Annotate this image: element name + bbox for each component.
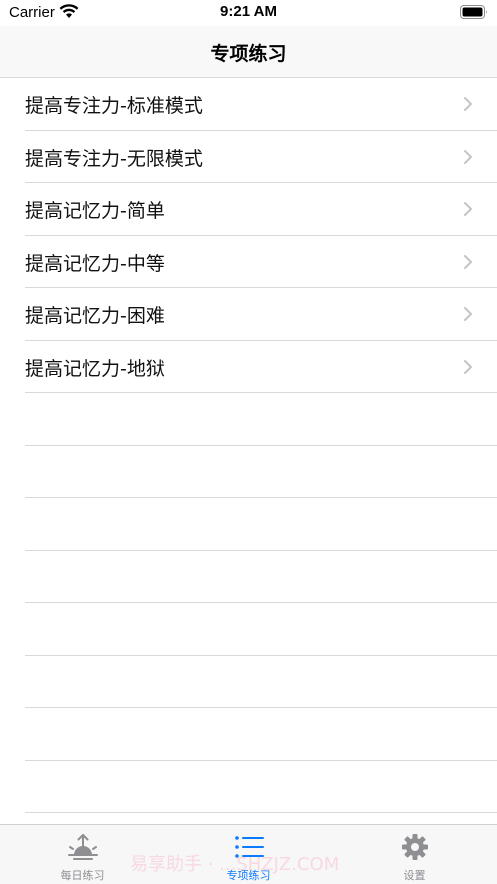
empty-row bbox=[25, 498, 497, 551]
list-item-label: 提高记忆力-地狱 bbox=[25, 357, 165, 380]
tab-label: 设置 bbox=[403, 869, 426, 882]
list-item[interactable]: 提高记忆力-中等 bbox=[25, 236, 497, 288]
list-item-label: 提高记忆力-简单 bbox=[25, 200, 165, 222]
tab-special-practice[interactable]: 专项练习 bbox=[166, 825, 331, 884]
empty-row bbox=[25, 708, 497, 761]
list-item[interactable]: 提高专注力-无限模式 bbox=[25, 131, 497, 183]
status-time: 9:21 AM bbox=[220, 3, 277, 20]
chevron-right-icon bbox=[464, 254, 472, 269]
chevron-right-icon bbox=[464, 359, 472, 374]
list-item-label: 提高专注力-无限模式 bbox=[25, 147, 203, 170]
tab-label: 每日练习 bbox=[60, 869, 105, 882]
empty-row bbox=[25, 603, 497, 656]
empty-row bbox=[25, 551, 497, 603]
chevron-right-icon bbox=[464, 202, 472, 216]
empty-row bbox=[25, 656, 497, 708]
list-item-label: 提高专注力-标准模式 bbox=[25, 95, 203, 117]
list-item-label: 提高记忆力-困难 bbox=[25, 305, 165, 327]
list-item-label: 提高记忆力-中等 bbox=[25, 252, 165, 275]
empty-row bbox=[25, 761, 497, 813]
battery-icon bbox=[460, 5, 487, 19]
list-item[interactable]: 提高记忆力-困难 bbox=[25, 288, 497, 341]
empty-row bbox=[25, 446, 497, 498]
navigation-bar: 专项练习 bbox=[0, 26, 497, 78]
chevron-right-icon bbox=[464, 307, 472, 321]
empty-row bbox=[25, 393, 497, 446]
chevron-right-icon bbox=[464, 149, 472, 164]
list-icon bbox=[234, 836, 264, 858]
list-item[interactable]: 提高记忆力-地狱 bbox=[25, 341, 497, 393]
status-bar: Carrier 9:21 AM bbox=[0, 0, 497, 26]
tab-label: 专项练习 bbox=[226, 869, 271, 882]
sunrise-icon bbox=[67, 834, 98, 860]
chevron-right-icon bbox=[464, 97, 472, 111]
page-title: 专项练习 bbox=[210, 43, 287, 65]
tab-daily-practice[interactable]: 每日练习 bbox=[0, 825, 165, 884]
tab-settings[interactable]: 设置 bbox=[332, 825, 497, 884]
list-item[interactable]: 提高专注力-标准模式 bbox=[25, 78, 497, 131]
exercise-list: 提高专注力-标准模式 提高专注力-无限模式 提高记忆力-简单 提高记忆力-中等 … bbox=[0, 78, 497, 813]
gear-icon bbox=[401, 834, 428, 860]
list-item[interactable]: 提高记忆力-简单 bbox=[25, 183, 497, 236]
tab-bar: 每日练习 专项练习 设置 bbox=[0, 824, 497, 884]
